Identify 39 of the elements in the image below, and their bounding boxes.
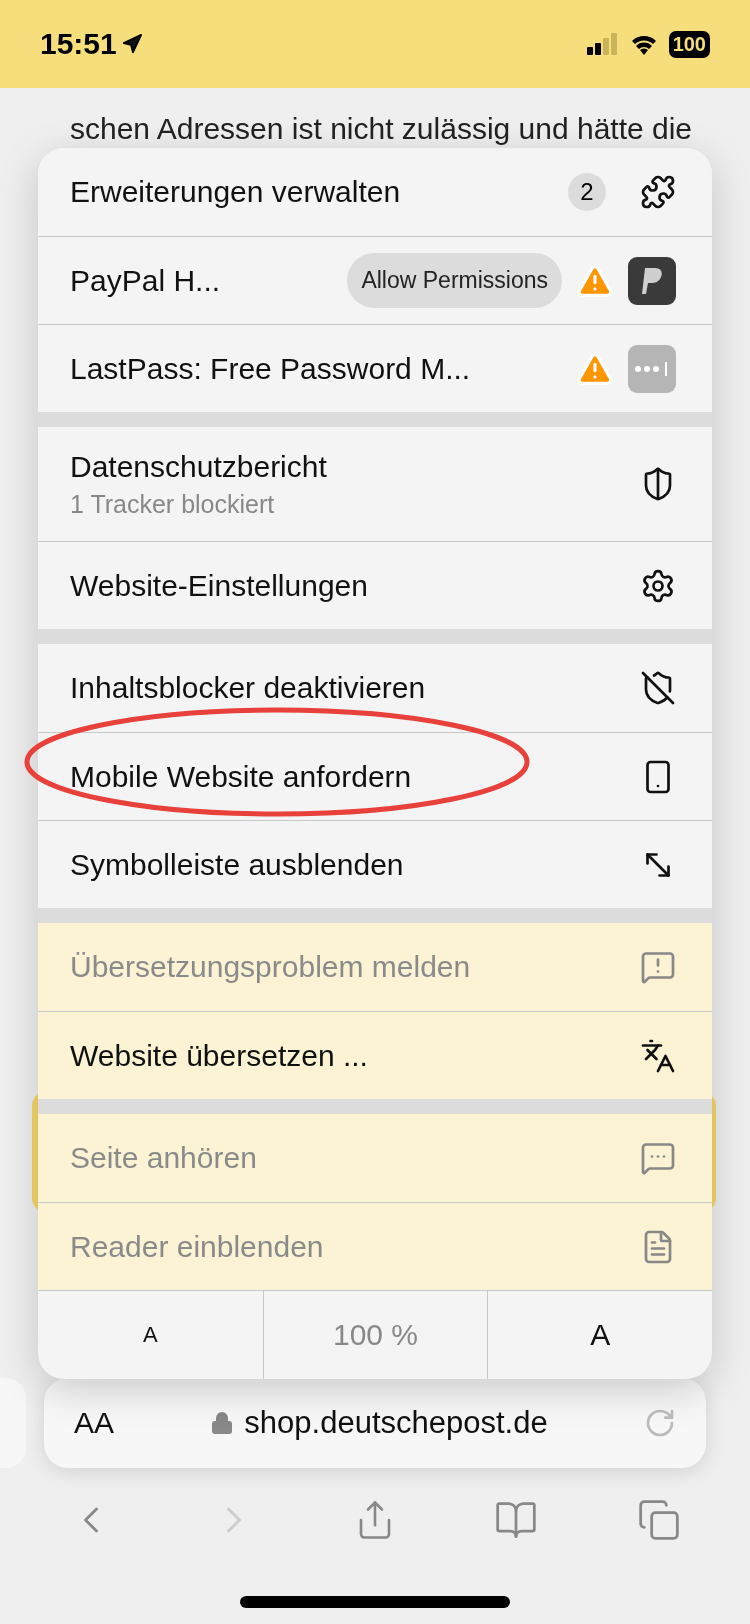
reload-icon[interactable]	[644, 1407, 676, 1439]
shield-off-icon	[640, 670, 676, 706]
menu-item-label: Seite anhören	[70, 1141, 258, 1175]
password-dots-icon	[628, 344, 676, 393]
menu-item-subtitle: 1 Tracker blockiert	[70, 489, 276, 519]
address-bar[interactable]: AA shop.deutschepost.de	[44, 1378, 706, 1468]
menu-item-label: Reader einblenden	[70, 1229, 325, 1264]
menu-item-label: Erweiterungen verwalten	[70, 175, 402, 209]
lock-icon	[210, 1411, 235, 1435]
menu-item-label: Datenschutzbericht	[70, 449, 328, 484]
menu-item-label: Website-Einstellungen	[70, 568, 369, 603]
menu-item-label: Symbolleiste ausblenden	[70, 847, 405, 882]
puzzle-icon	[640, 174, 676, 210]
menu-item[interactable]: Mobile Website anfordern	[38, 732, 712, 820]
translate-icon	[640, 1037, 676, 1074]
paypal-logo-icon	[628, 256, 676, 305]
location-arrow-icon	[120, 33, 143, 55]
menu-item-label: Website übersetzen ...	[70, 1038, 369, 1073]
menu-item-label: Mobile Website anfordern	[70, 759, 413, 794]
menu-item[interactable]: Erweiterungen verwalten 2	[38, 148, 712, 236]
menu-item-label: PayPal H...	[70, 263, 222, 298]
clock: 15:51	[40, 27, 143, 61]
menu-item-label: Übersetzungsproblem melden	[70, 950, 472, 984]
tabs-icon[interactable]	[636, 1498, 681, 1542]
menu-item-label: LastPass: Free Password M...	[70, 351, 472, 386]
speech-bubble-alert-icon	[640, 949, 676, 985]
count-badge: 2	[568, 173, 606, 211]
menu-item[interactable]: PayPal H... Allow Permissions	[38, 236, 712, 324]
menu-item-label: Inhaltsblocker deaktivieren	[70, 671, 427, 705]
decrease-text-button[interactable]: A	[38, 1291, 263, 1379]
menu-item[interactable]: Inhaltsblocker deaktivieren	[38, 644, 712, 732]
battery-level: 100	[668, 30, 710, 58]
text-size-button[interactable]: AA	[74, 1406, 115, 1440]
allow-permissions-button[interactable]: Allow Permissions	[347, 253, 562, 308]
menu-item[interactable]: Datenschutzbericht 1 Tracker blockiert	[38, 427, 712, 541]
gear-icon	[640, 567, 676, 604]
page-text: schen Adressen ist nicht zulässig und hätte die	[70, 112, 694, 146]
signal-icon	[586, 33, 619, 55]
url-text: shop.deutschepost.de	[244, 1405, 548, 1441]
